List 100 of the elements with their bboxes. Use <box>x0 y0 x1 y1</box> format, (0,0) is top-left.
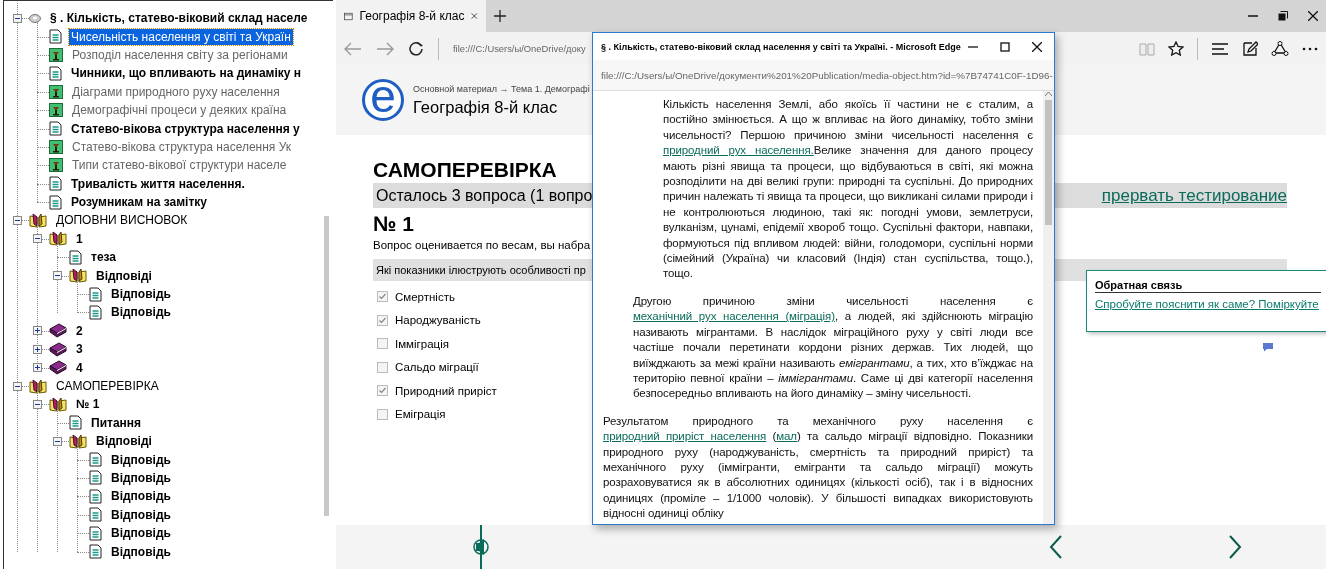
open-book-icon <box>29 213 47 228</box>
document-icon <box>89 488 102 504</box>
tree-item[interactable]: Розумникам на замітку <box>69 194 209 211</box>
checkbox[interactable] <box>377 314 388 326</box>
tree-item[interactable]: Типи статево-вікової структури населе <box>70 157 289 174</box>
tree-item[interactable]: Питання <box>89 414 144 431</box>
document-icon <box>69 415 82 431</box>
text-link[interactable]: мал <box>776 430 797 443</box>
expand-icon[interactable] <box>32 344 42 354</box>
open-book-icon <box>49 231 67 247</box>
tree-item[interactable]: Статево-вікова структура населення Ук <box>70 138 293 155</box>
tree-item[interactable]: Відповідь <box>109 469 173 486</box>
forward-icon[interactable] <box>376 41 394 56</box>
book-icon <box>49 341 67 357</box>
tree-item[interactable]: 3 <box>74 341 85 358</box>
document-icon <box>49 176 62 192</box>
scrollbar[interactable] <box>324 216 329 516</box>
feedback-title: Обратная связь <box>1095 279 1321 293</box>
image-icon <box>49 84 63 99</box>
plus-icon[interactable] <box>494 10 506 22</box>
tree-item[interactable]: ДОПОВНИ ВИСНОВОК <box>54 212 190 229</box>
tree-item[interactable]: Розподіл населення світу за регіонами <box>70 46 290 63</box>
document-icon <box>89 304 102 320</box>
tree-item[interactable]: Відповідь <box>109 488 173 505</box>
tree-item[interactable]: 1 <box>74 230 85 247</box>
hub-icon[interactable] <box>1211 42 1229 55</box>
tree-item[interactable]: Відповідь <box>109 451 173 468</box>
scroll-up-icon[interactable] <box>1045 91 1052 96</box>
maximize-icon[interactable] <box>1000 41 1010 52</box>
option-label: Природний приріст <box>395 384 497 397</box>
image-icon <box>49 103 63 118</box>
checkbox[interactable] <box>377 361 388 373</box>
image-icon <box>49 158 63 173</box>
document-icon <box>69 249 82 265</box>
document-icon <box>89 525 102 541</box>
tree-item[interactable]: Відповідь <box>109 286 173 303</box>
tree-item[interactable]: Демографічні процеси у деяких країна <box>70 102 289 119</box>
refresh-icon[interactable] <box>408 40 424 57</box>
document-icon <box>49 121 62 137</box>
book-icon <box>49 360 67 376</box>
tree-item[interactable]: § . Кількість, статево-віковий склад населе <box>48 10 310 27</box>
tree-item[interactable]: Відповіді <box>94 267 154 284</box>
option-label: Сальдо міграції <box>395 361 479 374</box>
checkbox[interactable] <box>377 385 388 397</box>
share-icon[interactable] <box>1271 40 1289 57</box>
tree-item[interactable]: № 1 <box>74 396 102 413</box>
star-icon[interactable] <box>1168 40 1184 57</box>
scrollbar[interactable] <box>1045 100 1052 225</box>
question-text: Які показники ілюструють особливості пр <box>375 264 586 276</box>
window-title: § . Кількість, статево-віковий склад населення у світі та Україні. - Microsoft Edge <box>601 41 961 52</box>
tree-item[interactable]: САМОПЕРЕВІРКА <box>54 378 161 394</box>
checkbox[interactable] <box>377 408 388 420</box>
next-icon[interactable] <box>1228 535 1242 559</box>
document-icon <box>49 29 62 45</box>
back-icon[interactable] <box>344 41 362 56</box>
close-icon[interactable] <box>1308 11 1318 21</box>
abort-link[interactable]: прервать тестирование <box>1101 185 1287 206</box>
tree-item[interactable]: 4 <box>74 359 85 376</box>
page-heading: САМОПЕРЕВІРКА <box>373 157 557 183</box>
tree-item[interactable]: Статево-вікова структура населення у <box>69 120 302 137</box>
tree-item[interactable]: теза <box>89 249 119 266</box>
tree-item[interactable]: 2 <box>74 322 85 339</box>
tree-item[interactable]: Відповідь <box>109 506 173 523</box>
tree-item[interactable]: Відповідь <box>109 543 173 560</box>
open-book-icon <box>29 378 47 394</box>
collapse-icon[interactable] <box>52 271 62 281</box>
collapse-icon[interactable] <box>32 399 42 409</box>
note-icon[interactable] <box>1242 40 1258 57</box>
restore-icon[interactable] <box>1278 11 1288 21</box>
open-book-icon <box>69 433 87 449</box>
address-field[interactable]: file:///C:/Users/ы/OneDrive/доку <box>453 43 586 54</box>
checkbox[interactable] <box>377 338 388 350</box>
collapse-icon[interactable] <box>12 381 22 391</box>
tree-item[interactable]: Відповідь <box>109 304 173 321</box>
collapse-icon[interactable] <box>52 436 62 446</box>
document-icon <box>89 544 102 559</box>
tree-item[interactable]: Чисельність населення у світі та Україн <box>69 28 293 45</box>
feedback-link[interactable]: Спробуйте пояснити як саме? Поміркуйте <box>1095 298 1319 310</box>
tree-item[interactable]: Відповідь <box>109 525 173 542</box>
collapse-icon[interactable] <box>12 216 22 225</box>
tree-item[interactable]: Відповіді <box>94 433 154 450</box>
text-link[interactable]: природний приріст населення <box>603 430 767 443</box>
chat-icon[interactable] <box>1262 342 1274 352</box>
expand-icon[interactable] <box>32 363 42 373</box>
browser-tab[interactable]: Географія 8-й клас <box>336 0 486 32</box>
document-icon <box>89 507 102 523</box>
disc-icon <box>29 13 41 23</box>
tree-item[interactable]: Чинники, що впливають на динаміку н <box>69 65 304 82</box>
collapse-icon[interactable] <box>12 13 22 23</box>
expand-icon[interactable] <box>32 326 42 336</box>
checkbox[interactable] <box>377 291 388 303</box>
text-link[interactable]: природний рух населення. <box>663 144 814 157</box>
close-icon[interactable] <box>1032 41 1042 52</box>
tree-item[interactable]: Діаграми природного руху населення <box>70 83 282 100</box>
previous-icon[interactable] <box>1049 535 1063 559</box>
collapse-icon[interactable] <box>32 234 42 244</box>
tree-item[interactable]: Тривалість життя населення. <box>69 175 247 192</box>
more-icon[interactable] <box>1302 46 1318 51</box>
text-link[interactable]: механічний рух населення (міграція) <box>633 310 835 323</box>
open-book-icon <box>49 396 67 412</box>
